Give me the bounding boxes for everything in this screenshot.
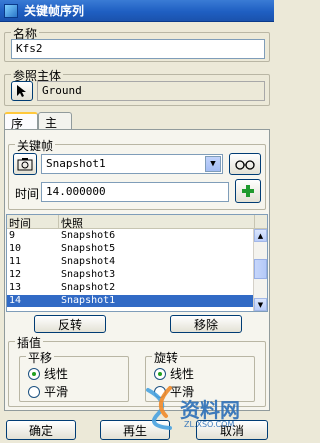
ref-body-group: 参照主体 Ground xyxy=(4,67,270,106)
title-bar[interactable]: 关键帧序列 xyxy=(0,0,274,22)
list-scrollbar[interactable]: ▲ ▼ xyxy=(253,229,267,311)
keyframe-label: 关键帧 xyxy=(15,137,56,154)
keyframe-group: 关键帧 Snapshot1 ▼ 时间 14.000000 xyxy=(8,137,266,210)
table-row[interactable]: 13 Snapshot2 xyxy=(7,282,254,294)
col-snapshot-header[interactable]: 快照 xyxy=(59,215,255,230)
row-snapshot: Snapshot2 xyxy=(61,282,116,293)
snapshot-select-value: Snapshot1 xyxy=(46,157,106,170)
row-snapshot: Snapshot3 xyxy=(61,269,116,280)
row-time: 14 xyxy=(9,295,22,306)
translate-group: 平移 线性 平滑 xyxy=(19,349,129,402)
row-snapshot: Snapshot6 xyxy=(61,230,116,241)
remove-button[interactable]: 移除 xyxy=(170,315,242,333)
keyframe-list[interactable]: 时间 快照 9 Snapshot6 10 Snapshot5 11 Snapsh… xyxy=(6,214,268,312)
row-time: 12 xyxy=(9,269,22,280)
preview-button[interactable] xyxy=(229,153,261,175)
camera-button[interactable] xyxy=(13,153,37,175)
time-input[interactable]: 14.000000 xyxy=(41,182,229,202)
ref-body-value: Ground xyxy=(37,81,265,101)
table-row[interactable]: 10 Snapshot5 xyxy=(7,243,254,255)
list-header: 时间 快照 xyxy=(7,215,267,230)
watermark-logo: 资料网 ZL.XSO.COM xyxy=(140,382,270,442)
translate-smooth-label: 平滑 xyxy=(44,385,69,399)
table-row[interactable]: 9 Snapshot6 xyxy=(7,230,254,242)
glasses-icon xyxy=(235,160,255,170)
row-time: 13 xyxy=(9,282,22,293)
scroll-up-icon[interactable]: ▲ xyxy=(254,229,267,242)
cursor-arrow-icon xyxy=(17,85,26,97)
translate-linear-radio[interactable]: 线性 xyxy=(28,365,68,382)
time-label: 时间 xyxy=(15,187,40,201)
row-snapshot: Snapshot4 xyxy=(61,256,116,267)
translate-linear-label: 线性 xyxy=(44,367,69,381)
reverse-button[interactable]: 反转 xyxy=(34,315,106,333)
scroll-down-icon[interactable]: ▼ xyxy=(254,298,267,311)
select-body-button[interactable] xyxy=(11,81,33,101)
name-input[interactable]: Kfs2 xyxy=(11,39,265,59)
radio-checked-icon xyxy=(154,367,166,380)
row-snapshot: Snapshot1 xyxy=(61,295,116,306)
scroll-thumb[interactable] xyxy=(254,259,267,279)
radio-checked-icon xyxy=(28,367,40,380)
translate-label: 平移 xyxy=(26,349,55,366)
tab-body[interactable]: 主体 xyxy=(38,112,72,147)
table-row-selected[interactable]: 14 Snapshot1 xyxy=(7,295,254,307)
watermark-subtext: ZL.XSO.COM xyxy=(184,420,235,429)
rotate-label: 旋转 xyxy=(152,349,181,366)
table-row[interactable]: 12 Snapshot3 xyxy=(7,269,254,281)
watermark-swirl-icon xyxy=(146,386,172,430)
app-icon xyxy=(4,3,18,18)
row-time: 11 xyxy=(9,256,22,267)
camera-icon xyxy=(17,158,33,171)
add-keyframe-button[interactable] xyxy=(235,179,261,203)
snapshot-select[interactable]: Snapshot1 ▼ xyxy=(41,154,223,174)
watermark-text: 资料网 xyxy=(180,398,240,422)
row-snapshot: Snapshot5 xyxy=(61,243,116,254)
radio-unchecked-icon xyxy=(28,385,40,398)
plus-icon xyxy=(242,185,254,197)
col-time-header[interactable]: 时间 xyxy=(7,215,59,230)
table-row[interactable]: 11 Snapshot4 xyxy=(7,256,254,268)
row-time: 9 xyxy=(9,230,16,241)
rotate-linear-label: 线性 xyxy=(170,367,195,381)
chevron-down-icon[interactable]: ▼ xyxy=(205,156,221,172)
row-time: 10 xyxy=(9,243,22,254)
window-title: 关键帧序列 xyxy=(24,4,85,18)
rotate-linear-radio[interactable]: 线性 xyxy=(154,365,194,382)
translate-smooth-radio[interactable]: 平滑 xyxy=(28,383,68,400)
name-group: 名称 Kfs2 xyxy=(4,25,270,62)
ok-button[interactable]: 确定 xyxy=(6,420,76,440)
